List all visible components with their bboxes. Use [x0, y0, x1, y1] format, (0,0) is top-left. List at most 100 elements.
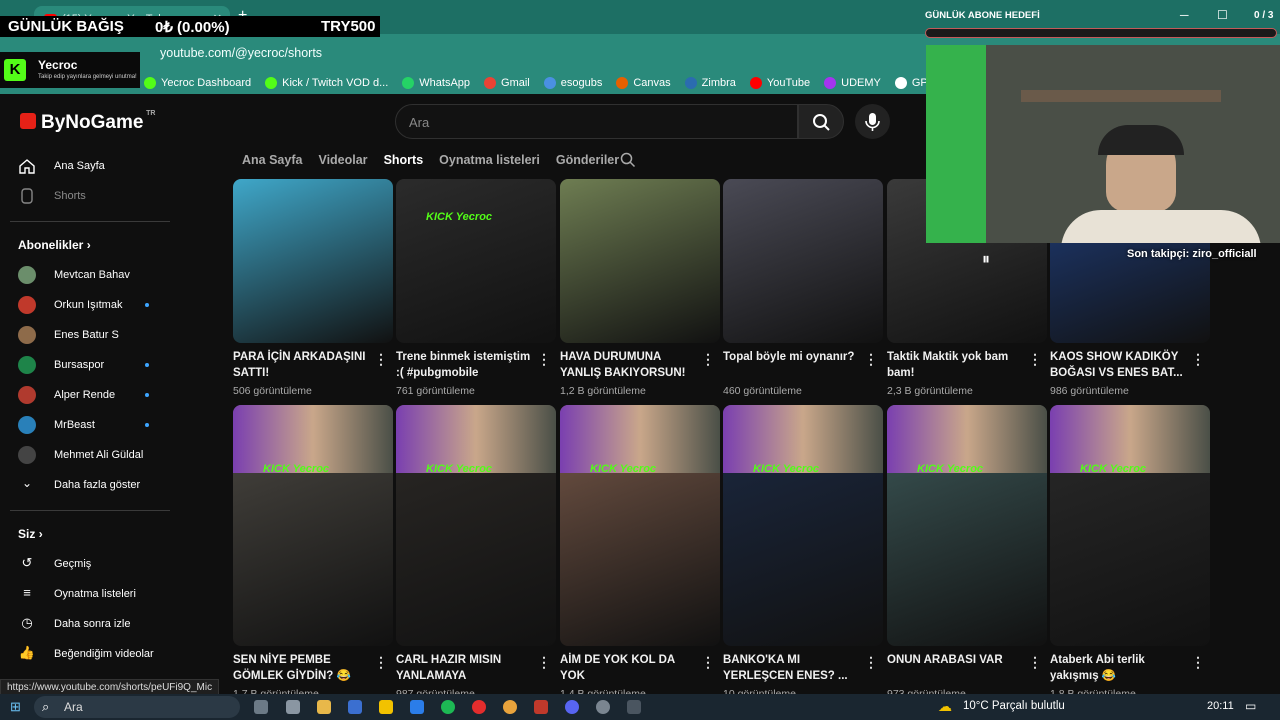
- bookmark-item[interactable]: YouTube: [749, 77, 810, 89]
- windows-start-icon[interactable]: ⊞: [10, 699, 21, 715]
- short-thumbnail[interactable]: KICK Yecroc: [1050, 405, 1210, 646]
- short-thumbnail[interactable]: KICK Yecroc: [396, 179, 556, 343]
- more-options-icon[interactable]: ⋮: [374, 351, 388, 368]
- donation-target: TRY500: [321, 18, 376, 35]
- search-input[interactable]: Ara: [395, 104, 798, 139]
- goal-count: 0 / 3: [1254, 10, 1274, 21]
- short-title[interactable]: AİM DE YOK KOL DA YOK: [560, 652, 700, 684]
- more-options-icon[interactable]: ⋮: [864, 654, 878, 671]
- short-thumbnail[interactable]: KICK Yecroc: [396, 405, 556, 646]
- short-title[interactable]: CARL HAZIR MISIN YANLAMAYA: [396, 652, 536, 684]
- sidebar-item-subscription[interactable]: Bursaspor: [0, 350, 180, 380]
- opera-icon[interactable]: [472, 700, 486, 714]
- weather-icon: ☁: [938, 698, 952, 714]
- notification-icon[interactable]: ▭: [1245, 699, 1256, 713]
- short-title[interactable]: Ataberk Abi terlik yakışmış 😂: [1050, 652, 1190, 684]
- task-view-icon[interactable]: [254, 700, 268, 714]
- minimize-icon[interactable]: ─: [1180, 8, 1189, 22]
- short-thumbnail[interactable]: [723, 179, 883, 343]
- sidebar-item-subscription[interactable]: Enes Batur S: [0, 320, 180, 350]
- sidebar-item-you[interactable]: ◷ Daha sonra izle: [0, 609, 180, 639]
- short-thumbnail[interactable]: KICK Yecroc: [887, 405, 1047, 646]
- short-title[interactable]: Trene binmek istemiştim :( #pubgmobile: [396, 349, 536, 381]
- more-options-icon[interactable]: ⋮: [1191, 654, 1205, 671]
- tab-gönderiler[interactable]: Gönderiler: [556, 153, 619, 167]
- short-title[interactable]: SEN NİYE PEMBE GÖMLEK GİYDİN? 😂: [233, 652, 373, 684]
- you-heading[interactable]: Siz ›: [18, 527, 43, 541]
- short-title[interactable]: KAOS SHOW KADIKÖY BOĞASI VS ENES BAT...: [1050, 349, 1190, 381]
- url-text[interactable]: youtube.com/@yecroc/shorts: [160, 46, 322, 60]
- spotify-icon[interactable]: [441, 700, 455, 714]
- bookmark-item[interactable]: esogubs: [543, 77, 602, 89]
- bookmark-item[interactable]: Gmail: [484, 77, 530, 89]
- pause-icon[interactable]: ⏸: [982, 251, 990, 269]
- app-icon[interactable]: [596, 700, 610, 714]
- shelf: [1021, 90, 1221, 102]
- more-options-icon[interactable]: ⋮: [374, 654, 388, 671]
- sidebar-item-subscription[interactable]: Alper Rende: [0, 380, 180, 410]
- mic-button[interactable]: [855, 104, 890, 139]
- short-title[interactable]: BANKO'KA MI YERLEŞCEN ENES? ...: [723, 652, 863, 684]
- settings-icon[interactable]: [286, 700, 300, 714]
- short-thumbnail[interactable]: KICK Yecroc: [233, 405, 393, 646]
- file-explorer-icon[interactable]: [317, 700, 331, 714]
- headphones: [1098, 125, 1184, 155]
- kick-tag: KICK Yecroc: [1080, 463, 1147, 475]
- short-title[interactable]: PARA İÇİN ARKADAŞINI SATTI!: [233, 349, 373, 381]
- short-title[interactable]: ONUN ARABASI VAR: [887, 652, 1027, 668]
- bookmark-icon: [749, 77, 762, 89]
- sidebar-item-home[interactable]: Ana Sayfa: [0, 151, 180, 181]
- app-icon[interactable]: [534, 700, 548, 714]
- sidebar-item-subscription[interactable]: MrBeast: [0, 410, 180, 440]
- more-options-icon[interactable]: ⋮: [1028, 351, 1042, 368]
- bookmark-icon: [484, 77, 497, 89]
- more-options-icon[interactable]: ⋮: [701, 654, 715, 671]
- bookmark-label: Gmail: [501, 77, 530, 89]
- sidebar-item-subscription[interactable]: Mevtcan Bahav: [0, 260, 180, 290]
- bookmark-item[interactable]: Yecroc Dashboard: [144, 77, 251, 89]
- sidebar-item-you[interactable]: ↺ Geçmiş: [0, 549, 180, 579]
- tab-videolar[interactable]: Videolar: [318, 153, 367, 167]
- bookmark-item[interactable]: Zimbra: [684, 77, 736, 89]
- subscriptions-heading[interactable]: Abonelikler ›: [18, 238, 91, 252]
- tab-oynatma-listeleri[interactable]: Oynatma listeleri: [439, 153, 540, 167]
- donation-bar: GÜNLÜK BAĞIŞ 0₺ (0.00%) TRY500: [0, 16, 380, 37]
- more-options-icon[interactable]: ⋮: [864, 351, 878, 368]
- app-icon[interactable]: [627, 700, 641, 714]
- channel-logo[interactable]: ByNoGame TR: [20, 110, 155, 134]
- sidebar-item-shorts[interactable]: Shorts: [0, 181, 180, 211]
- maximize-icon[interactable]: ☐: [1217, 8, 1228, 22]
- tab-shorts[interactable]: Shorts: [384, 153, 424, 167]
- bookmark-item[interactable]: Canvas: [616, 77, 671, 89]
- short-thumbnail[interactable]: [233, 179, 393, 343]
- short-thumbnail[interactable]: KICK Yecroc: [723, 405, 883, 646]
- more-options-icon[interactable]: ⋮: [537, 351, 551, 368]
- channel-search-button[interactable]: [620, 152, 636, 173]
- more-options-icon[interactable]: ⋮: [1191, 351, 1205, 368]
- discord-icon[interactable]: [565, 700, 579, 714]
- short-title[interactable]: Taktik Maktik yok bam bam!: [887, 349, 1027, 381]
- app-icon[interactable]: [348, 700, 362, 714]
- bookmark-item[interactable]: Kick / Twitch VOD d...: [265, 77, 388, 89]
- more-options-icon[interactable]: ⋮: [1028, 654, 1042, 671]
- store-icon[interactable]: [410, 700, 424, 714]
- short-thumbnail[interactable]: KICK Yecroc: [560, 405, 720, 646]
- tab-ana-sayfa[interactable]: Ana Sayfa: [242, 153, 302, 167]
- show-more-button[interactable]: ⌄ Daha fazla göster: [0, 470, 180, 500]
- bookmark-item[interactable]: UDEMY: [824, 77, 881, 89]
- short-title[interactable]: HAVA DURUMUNA YANLIŞ BAKIYORSUN!: [560, 349, 700, 381]
- search-button[interactable]: [798, 104, 844, 139]
- more-options-icon[interactable]: ⋮: [701, 351, 715, 368]
- sidebar-item-you[interactable]: 👍 Beğendiğim videolar: [0, 639, 180, 669]
- sidebar-item-you[interactable]: ≡ Oynatma listeleri: [0, 579, 180, 609]
- short-thumbnail[interactable]: [560, 179, 720, 343]
- sidebar-item-subscription[interactable]: Mehmet Ali Güldal: [0, 440, 180, 470]
- notes-icon[interactable]: [379, 700, 393, 714]
- short-title[interactable]: Topal böyle mi oynanır?: [723, 349, 863, 365]
- bookmark-item[interactable]: WhatsApp: [402, 77, 470, 89]
- chrome-icon[interactable]: [503, 700, 517, 714]
- streamer-shirt: [1061, 210, 1261, 243]
- more-options-icon[interactable]: ⋮: [537, 654, 551, 671]
- taskbar-search[interactable]: ⌕ Ara: [34, 696, 240, 718]
- sidebar-item-subscription[interactable]: Orkun Işıtmak: [0, 290, 180, 320]
